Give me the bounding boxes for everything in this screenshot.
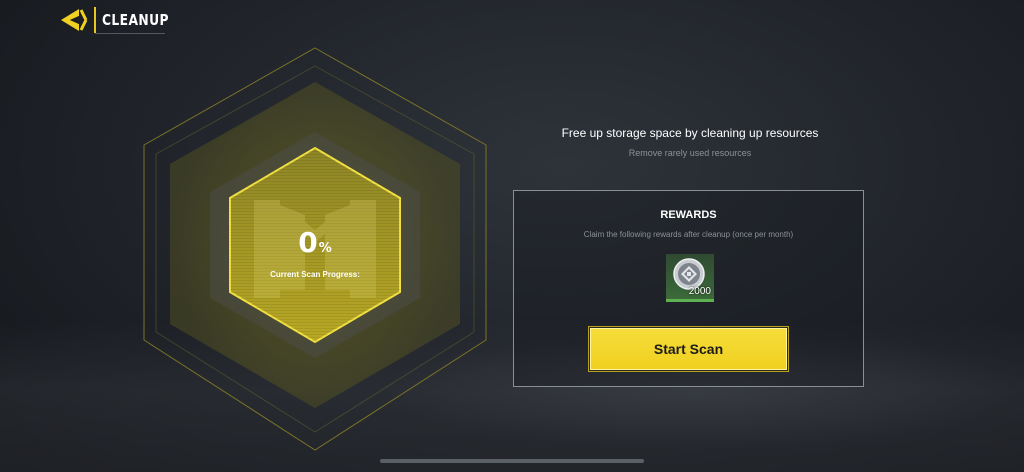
reward-item[interactable]: 2000 bbox=[666, 254, 714, 302]
progress-unit: % bbox=[318, 241, 332, 256]
page-title: CLEANUP bbox=[102, 11, 169, 29]
back-arrow-icon bbox=[61, 9, 88, 31]
back-button[interactable] bbox=[58, 6, 90, 34]
top-bar: CLEANUP bbox=[58, 6, 184, 34]
scan-progress-hexagon: 0% Current Scan Progress: bbox=[130, 40, 500, 460]
rewards-panel: REWARDS Claim the following rewards afte… bbox=[513, 190, 864, 387]
rewards-title: REWARDS bbox=[660, 209, 717, 221]
progress-number: 0 bbox=[298, 226, 318, 259]
reward-quantity: 2000 bbox=[688, 286, 711, 297]
scan-progress-label: Current Scan Progress: bbox=[270, 270, 360, 279]
info-subtitle: Remove rarely used resources bbox=[628, 148, 752, 158]
start-scan-button[interactable]: Start Scan bbox=[590, 328, 787, 370]
scan-progress-value: 0% bbox=[130, 226, 500, 259]
info-title: Free up storage space by cleaning up res… bbox=[561, 126, 819, 140]
rewards-description: Claim the following rewards after cleanu… bbox=[583, 230, 794, 239]
home-indicator[interactable] bbox=[380, 459, 644, 463]
title-underline bbox=[95, 33, 165, 34]
header-divider bbox=[94, 7, 96, 33]
